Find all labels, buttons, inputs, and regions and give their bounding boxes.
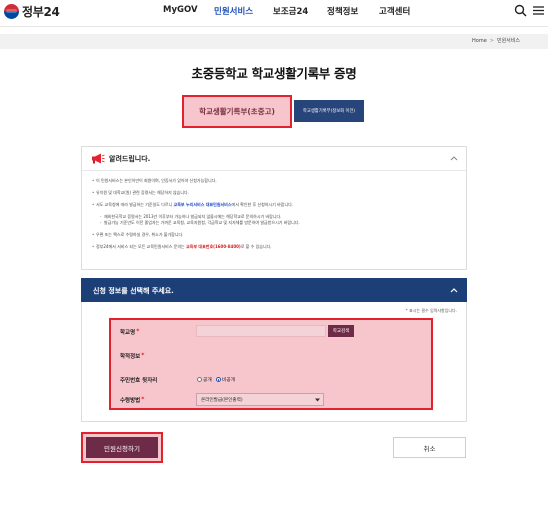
gov24-logo[interactable]: 정부24 [4, 3, 60, 20]
breadcrumb-separator: > [489, 38, 494, 44]
form-section-header[interactable]: 신청 정보를 선택해 주세요. [81, 278, 467, 302]
tab-school-record-pre-digital[interactable]: 학교생활기록부(정보화 이전) [294, 100, 364, 122]
notice-item: 서도 교육청에 따라 발급하는 기준일도 다르니 교육부 누리서비스 대표민원서… [92, 202, 458, 208]
notice-emphasis: 교육부 대표번호(1600-8400) [186, 244, 241, 249]
notice-text: 서도 교육청에 따라 발급하는 기준일도 다르니 [96, 202, 174, 207]
notice-emphasis: 인증서 [161, 178, 173, 183]
required-star: * [405, 308, 408, 313]
chevron-up-icon[interactable] [450, 287, 458, 293]
notice-title: 알려드립니다. [109, 155, 151, 163]
required-note-text: 표시는 필수 입력사항입니다. [409, 308, 457, 313]
apply-button[interactable]: 민원신청하기 [86, 437, 158, 458]
academic-info-label-text: 학적정보 [120, 354, 141, 360]
receive-method-value: 온라인발급(본인출력) [201, 397, 243, 403]
required-star: * [141, 352, 145, 359]
tab-school-record-k12[interactable]: 학교생활기록부(초중고) [192, 101, 282, 121]
notice-text: 유치원 및 대학교(원) 관련 증명서는 해당하지 않습니다. [96, 190, 189, 195]
menu-icon[interactable] [532, 4, 545, 17]
notice-text: 정부24에서 서비스 되는 모든 교육민원서비스 문의는 [96, 244, 186, 249]
logo-text: 정부24 [22, 5, 60, 19]
site-header: 정부24 MyGOV 민원서비스 보조금24 정책정보 고객센터 [0, 0, 548, 26]
chevron-up-icon[interactable] [450, 155, 458, 161]
notice-text: 에서 확인한 후 신청하시기 바랍니다. [231, 202, 294, 207]
academic-info-label: 학적정보* [120, 352, 144, 360]
form-body: * 표시는 필수 입력사항입니다. 학교명* 학교검색 학적정보* 주민번호 뒷… [81, 302, 467, 422]
nav-item-civil-service[interactable]: 민원서비스 [214, 5, 253, 17]
rrn-disclosure-label: 주민번호 뒷자리 [120, 378, 158, 384]
school-name-label-text: 학교명 [120, 330, 136, 336]
receive-method-select[interactable]: 온라인발급(본인출력) [196, 393, 324, 406]
notice-text: 발급가능 기준년도 이전 졸업자는 가까운 교육청, 교육지원청, 각급학교 및… [104, 220, 300, 225]
required-note: * 표시는 필수 입력사항입니다. [406, 308, 457, 314]
required-star: * [141, 396, 145, 403]
required-star: * [136, 328, 140, 335]
notice-item: 우편 또는 팩스로 수령하실 경우, 취소가 불가합니다. [92, 232, 458, 238]
header-divider [0, 26, 548, 27]
breadcrumb: Home > 민원서비스 [472, 37, 520, 44]
nav-item-customer-center[interactable]: 고객센터 [379, 5, 410, 17]
receive-method-label: 수령방법* [120, 396, 144, 404]
notice-panel: 알려드립니다. 이 민원서비스는 본인이만이 회원이며, 인증서가 있어야 신청… [81, 146, 467, 270]
chevron-down-icon [315, 398, 320, 402]
notice-text: 우편 또는 팩스로 수령하실 경우, 취소가 불가합니다. [96, 232, 184, 237]
notice-item: 이 민원서비스는 본인이만이 회원이며, 인증서가 있어야 신청가능합니다. [92, 178, 458, 184]
school-name-label: 학교명* [120, 328, 139, 336]
radio-private[interactable] [215, 377, 221, 382]
radio-private-label[interactable]: 비공개 [222, 376, 235, 383]
form-section-title: 신청 정보를 선택해 주세요. [93, 287, 174, 295]
nav-item-subsidy24[interactable]: 보조금24 [273, 5, 308, 17]
notice-text: 재외한국학교 증명서는 2013년 이후부터 가능하나 발급되지 않을시에는 해… [104, 214, 282, 219]
megaphone-icon [92, 153, 105, 164]
notice-text: 가 있어야 신청가능합니다. [172, 178, 217, 183]
notice-text: 이 민원서비스는 본인이만이 회원이며, [96, 178, 162, 183]
receive-method-label-text: 수령방법 [120, 398, 141, 404]
search-icon[interactable] [514, 4, 527, 17]
breadcrumb-current[interactable]: 민원서비스 [497, 38, 520, 44]
nav-item-policy-info[interactable]: 정책정보 [327, 5, 358, 17]
school-name-input[interactable] [196, 325, 326, 337]
breadcrumb-home[interactable]: Home [472, 38, 487, 44]
nav-item-mygov[interactable]: MyGOV [163, 5, 198, 15]
breadcrumb-bar: Home > 민원서비스 [0, 34, 548, 49]
radio-public-label[interactable]: 공개 [203, 376, 212, 383]
notice-text: 로 할 수 있습니다. [240, 244, 272, 249]
notice-item: 유치원 및 대학교(원) 관련 증명서는 해당하지 않습니다. [92, 190, 458, 196]
taegeuk-logo-icon [4, 4, 19, 19]
notice-item: 정부24에서 서비스 되는 모든 교육민원서비스 문의는 교육부 대표번호(16… [92, 244, 458, 250]
notice-item: 발급가능 기준년도 이전 졸업자는 가까운 교육청, 교육지원청, 각급학교 및… [92, 220, 458, 226]
notice-link[interactable]: 교육부 누리서비스 대표민원서비스 [174, 202, 232, 207]
page-title: 초중등학교 학교생활기록부 증명 [191, 66, 357, 81]
cancel-button[interactable]: 취소 [393, 437, 466, 458]
form-highlight-box: 학교명* 학교검색 학적정보* 주민번호 뒷자리 공개 비공개 수령방법* 온라… [109, 318, 433, 410]
radio-public[interactable] [197, 377, 202, 382]
rrn-disclosure-radio-group: 공개 비공개 [197, 376, 235, 383]
school-search-button[interactable]: 학교검색 [328, 325, 354, 337]
notice-list: 이 민원서비스는 본인이만이 회원이며, 인증서가 있어야 신청가능합니다. 유치… [92, 178, 458, 256]
notice-header[interactable]: 알려드립니다. [82, 147, 466, 171]
